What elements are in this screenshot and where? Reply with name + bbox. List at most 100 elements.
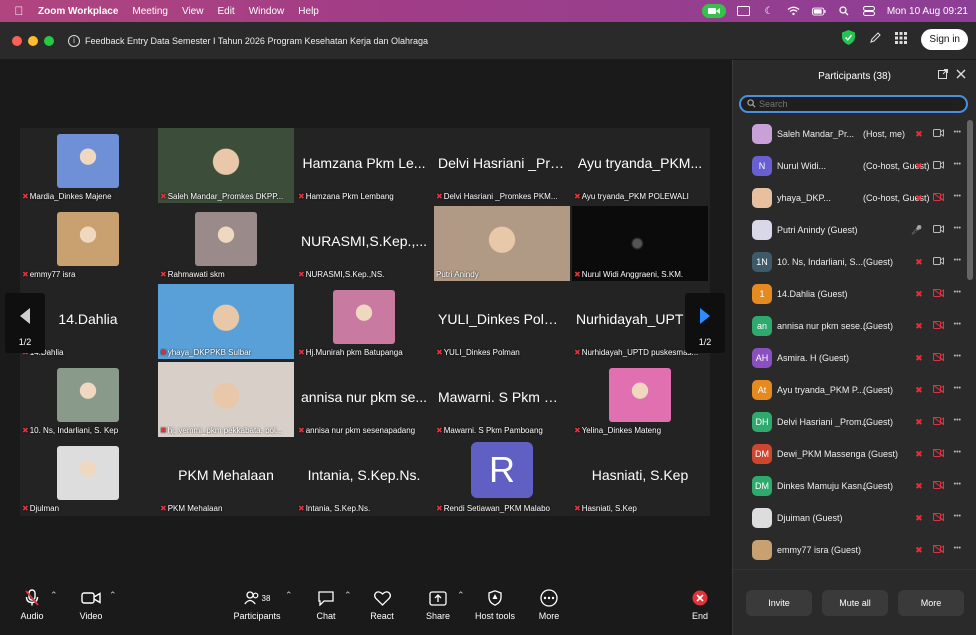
participant-row[interactable]: N Nurul Widi... (Co-host, Guest) ✖ ••• — [733, 150, 965, 182]
video-off-icon[interactable] — [932, 192, 944, 204]
control-center-icon[interactable] — [862, 5, 876, 17]
microphone-icon[interactable]: 🎤 — [911, 225, 922, 236]
participant-more-icon[interactable]: ••• — [954, 289, 961, 300]
video-tile[interactable]: R ✖ Rendi Setiawan_PKM Malabo — [434, 440, 570, 515]
microphone-muted-icon[interactable]: ✖ — [915, 481, 923, 492]
video-tile[interactable]: Intania, S.Kep.Ns. ✖ Intania, S.Kep.Ns. — [296, 440, 432, 515]
video-tile[interactable]: Ayu tryanda_PKM... ✖ Ayu tryanda_PKM POLEW… — [572, 128, 708, 203]
microphone-muted-icon[interactable]: ✖ — [915, 161, 923, 172]
video-tile[interactable]: ✖ hj. yemmi_pkm pekkabata, pol... — [158, 362, 294, 437]
participant-row[interactable]: Putri Anindy (Guest) 🎤 ••• — [733, 214, 965, 246]
microphone-muted-icon[interactable]: ✖ — [915, 417, 923, 428]
participant-row[interactable]: DM Dinkes Mamuju Kasn... (Guest) ✖ ••• — [733, 470, 965, 502]
video-tile[interactable]: ✖ yhaya_DKPPKB Sulbar — [158, 284, 294, 359]
participant-more-icon[interactable]: ••• — [954, 193, 961, 204]
display-icon[interactable] — [737, 5, 751, 17]
participant-more-icon[interactable]: ••• — [954, 321, 961, 332]
participant-row[interactable]: 1N 10. Ns, Indarliani, S... (Guest) ✖ ••• — [733, 246, 965, 278]
video-tile[interactable]: annisa nur pkm se... ✖ annisa nur pkm sese… — [296, 362, 432, 437]
menubar-datetime[interactable]: Mon 10 Aug 09:21 — [887, 6, 968, 17]
participant-more-icon[interactable]: ••• — [954, 545, 961, 556]
wifi-icon[interactable] — [787, 5, 801, 17]
participant-more-icon[interactable]: ••• — [954, 353, 961, 364]
video-tile[interactable]: PKM Mehalaan ✖ PKM Mehalaan — [158, 440, 294, 515]
video-tile[interactable]: Hamzana Pkm Le... ✖ Hamzana Pkm Lembang — [296, 128, 432, 203]
video-tile[interactable]: ✖ Rahmawati skm — [158, 206, 294, 281]
search-icon[interactable] — [837, 5, 851, 17]
video-tile[interactable]: YULI_Dinkes Polman ✖ YULI_Dinkes Polman — [434, 284, 570, 359]
video-off-icon[interactable] — [932, 480, 944, 492]
video-camera-icon[interactable] — [932, 129, 944, 140]
menu-edit[interactable]: Edit — [217, 6, 234, 17]
microphone-muted-icon[interactable]: ✖ — [915, 321, 923, 332]
sign-in-button[interactable]: Sign in — [921, 29, 968, 50]
video-tile[interactable]: ✖ Nurul Widi Anggraeni, S.KM. — [572, 206, 708, 281]
camera-indicator-icon[interactable] — [701, 4, 726, 18]
audio-options-caret-icon[interactable]: ⌃ — [50, 590, 58, 601]
participant-row[interactable]: yhaya_DKP... (Co-host, Guest) ✖ ••• — [733, 182, 965, 214]
microphone-muted-icon[interactable]: ✖ — [915, 513, 923, 524]
participant-more-icon[interactable]: ••• — [954, 129, 961, 140]
invite-button[interactable]: Invite — [746, 589, 812, 616]
pop-out-icon[interactable] — [938, 69, 948, 82]
video-off-icon[interactable] — [932, 416, 944, 428]
video-options-caret-icon[interactable]: ⌃ — [109, 590, 117, 601]
apple-icon[interactable]:  — [8, 4, 30, 18]
zoom-window-button[interactable] — [44, 35, 54, 46]
video-tile[interactable]: Delvi Hasriani _Pro... ✖ Delvi Hasriani _P… — [434, 128, 570, 203]
share-options-caret-icon[interactable]: ⌃ — [457, 590, 465, 601]
participants-search-input[interactable] — [759, 99, 939, 109]
close-panel-icon[interactable] — [956, 69, 966, 82]
video-camera-icon[interactable] — [932, 257, 944, 268]
video-camera-icon[interactable] — [932, 225, 944, 236]
microphone-muted-icon[interactable]: ✖ — [915, 545, 923, 556]
participants-options-caret-icon[interactable]: ⌃ — [285, 590, 293, 601]
video-camera-icon[interactable] — [932, 161, 944, 172]
participants-scrollbar[interactable] — [967, 120, 973, 280]
participant-more-icon[interactable]: ••• — [954, 449, 961, 460]
video-tile[interactable]: ✖ 10. Ns, Indarliani, S. Kep — [20, 362, 156, 437]
previous-page-button[interactable]: 1/2 — [5, 293, 45, 353]
participant-row[interactable]: Djuiman (Guest) ✖ ••• — [733, 502, 965, 534]
video-off-icon[interactable] — [932, 512, 944, 524]
menu-window[interactable]: Window — [249, 6, 285, 17]
video-off-icon[interactable] — [932, 384, 944, 396]
battery-icon[interactable] — [811, 5, 826, 17]
video-tile[interactable]: Putri Anindy — [434, 206, 570, 281]
video-tile[interactable]: ✖ Djulman — [20, 440, 156, 515]
participant-row[interactable]: DH Delvi Hasriani _Prom... (Guest) ✖ ••• — [733, 406, 965, 438]
microphone-muted-icon[interactable]: ✖ — [915, 449, 923, 460]
participant-more-icon[interactable]: ••• — [954, 385, 961, 396]
video-off-icon[interactable] — [932, 320, 944, 332]
apps-grid-icon[interactable] — [895, 32, 908, 47]
meeting-info-icon[interactable]: i — [68, 34, 80, 47]
microphone-muted-icon[interactable]: ✖ — [915, 129, 923, 140]
menu-app-name[interactable]: Zoom Workplace — [38, 6, 118, 17]
video-tile[interactable]: NURASMI,S.Kep.,... ✖ NURASMI,S.Kep.,NS. — [296, 206, 432, 281]
microphone-muted-icon[interactable]: ✖ — [915, 289, 923, 300]
participant-row[interactable]: an annisa nur pkm sese... (Guest) ✖ ••• — [733, 310, 965, 342]
video-tile[interactable]: ✖ Hj.Munirah pkm Batupanga — [296, 284, 432, 359]
participant-row[interactable]: DM Dewi_PKM Massenga (Guest) ✖ ••• — [733, 438, 965, 470]
video-off-icon[interactable] — [932, 288, 944, 300]
menu-view[interactable]: View — [182, 6, 204, 17]
menu-help[interactable]: Help — [298, 6, 319, 17]
menu-meeting[interactable]: Meeting — [132, 6, 168, 17]
panel-more-button[interactable]: More — [898, 589, 964, 616]
react-button[interactable]: React — [354, 588, 410, 621]
mute-all-button[interactable]: Mute all — [822, 589, 888, 616]
participant-more-icon[interactable]: ••• — [954, 481, 961, 492]
video-off-icon[interactable] — [932, 544, 944, 556]
participant-more-icon[interactable]: ••• — [954, 257, 961, 268]
participant-row[interactable]: AH Asmira. H (Guest) ✖ ••• — [733, 342, 965, 374]
video-tile[interactable]: ✖ emmy77 isra — [20, 206, 156, 281]
participant-more-icon[interactable]: ••• — [954, 161, 961, 172]
participant-row[interactable]: Saleh Mandar_Pr... (Host, me) ✖ ••• — [733, 118, 965, 150]
participants-button[interactable]: 38 Participants — [229, 588, 285, 621]
video-tile[interactable]: ✖ Mardia_Dinkes Majene — [20, 128, 156, 203]
participant-row[interactable]: emmy77 isra (Guest) ✖ ••• — [733, 534, 965, 566]
chat-options-caret-icon[interactable]: ⌃ — [344, 590, 352, 601]
microphone-muted-icon[interactable]: ✖ — [915, 193, 923, 204]
next-page-button[interactable]: 1/2 — [685, 293, 725, 353]
microphone-muted-icon[interactable]: ✖ — [915, 385, 923, 396]
